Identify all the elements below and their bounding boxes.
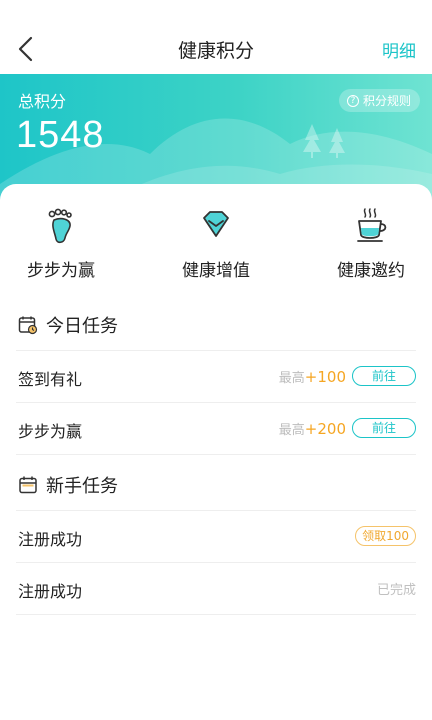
total-points-label: 总积分 bbox=[18, 92, 67, 111]
task-row: 注册成功 领取100 bbox=[16, 511, 416, 563]
total-points-value: 1548 bbox=[16, 114, 105, 156]
feature-label: 健康增值 bbox=[182, 261, 250, 281]
section-title-text: 今日任务 bbox=[46, 316, 118, 337]
tea-cup-icon bbox=[351, 206, 391, 246]
points-rules-label: 积分规则 bbox=[362, 94, 411, 108]
newbie-tasks-header: 新手任务 bbox=[18, 472, 118, 498]
go-button[interactable]: 前往 bbox=[352, 418, 416, 438]
calendar-icon bbox=[18, 475, 38, 495]
daily-tasks-header: 今日任务 bbox=[18, 312, 118, 338]
go-button[interactable]: 前往 bbox=[352, 366, 416, 386]
page-title: 健康积分 bbox=[177, 40, 254, 62]
feature-health-invite[interactable]: 健康邀约 bbox=[316, 204, 426, 284]
feature-label: 健康邀约 bbox=[337, 261, 405, 281]
task-row: 步步为赢 最高+200 前往 bbox=[16, 403, 416, 455]
feature-step-win[interactable]: 步步为赢 bbox=[6, 204, 116, 284]
completed-status: 已完成 bbox=[376, 582, 416, 598]
task-name: 签到有礼 bbox=[18, 370, 83, 389]
task-name: 注册成功 bbox=[18, 530, 83, 549]
task-actions: 最高+100 前往 bbox=[279, 364, 416, 388]
max-reward: 最高+100 bbox=[278, 367, 346, 386]
points-rules-button[interactable]: ? 积分规则 bbox=[338, 89, 420, 112]
task-row: 签到有礼 最高+100 前往 bbox=[16, 351, 416, 403]
main-card: 步步为赢 健康增值 健康邀约 今日任务 签到有礼 最高+100 前往 步步为赢 … bbox=[0, 184, 432, 720]
diamond-icon bbox=[196, 206, 236, 246]
task-name: 注册成功 bbox=[18, 582, 83, 601]
task-actions: 已完成 bbox=[377, 576, 416, 600]
claim-button[interactable]: 领取100 bbox=[355, 526, 416, 546]
feature-label: 步步为赢 bbox=[27, 261, 95, 281]
feature-shortcuts: 步步为赢 健康增值 健康邀约 bbox=[0, 204, 432, 284]
detail-link[interactable]: 明细 bbox=[382, 37, 416, 62]
calendar-clock-icon bbox=[18, 315, 38, 335]
feature-health-value[interactable]: 健康增值 bbox=[161, 204, 271, 284]
task-name: 步步为赢 bbox=[18, 422, 83, 441]
section-title-text: 新手任务 bbox=[46, 476, 118, 497]
max-reward: 最高+200 bbox=[278, 419, 346, 438]
task-actions: 领取100 bbox=[355, 524, 416, 548]
top-nav-bar: 健康积分 明细 bbox=[0, 0, 432, 74]
task-row: 注册成功 已完成 bbox=[16, 563, 416, 615]
question-mark-icon: ? bbox=[346, 94, 359, 107]
task-actions: 最高+200 前往 bbox=[279, 416, 416, 440]
footprint-icon bbox=[41, 206, 81, 246]
